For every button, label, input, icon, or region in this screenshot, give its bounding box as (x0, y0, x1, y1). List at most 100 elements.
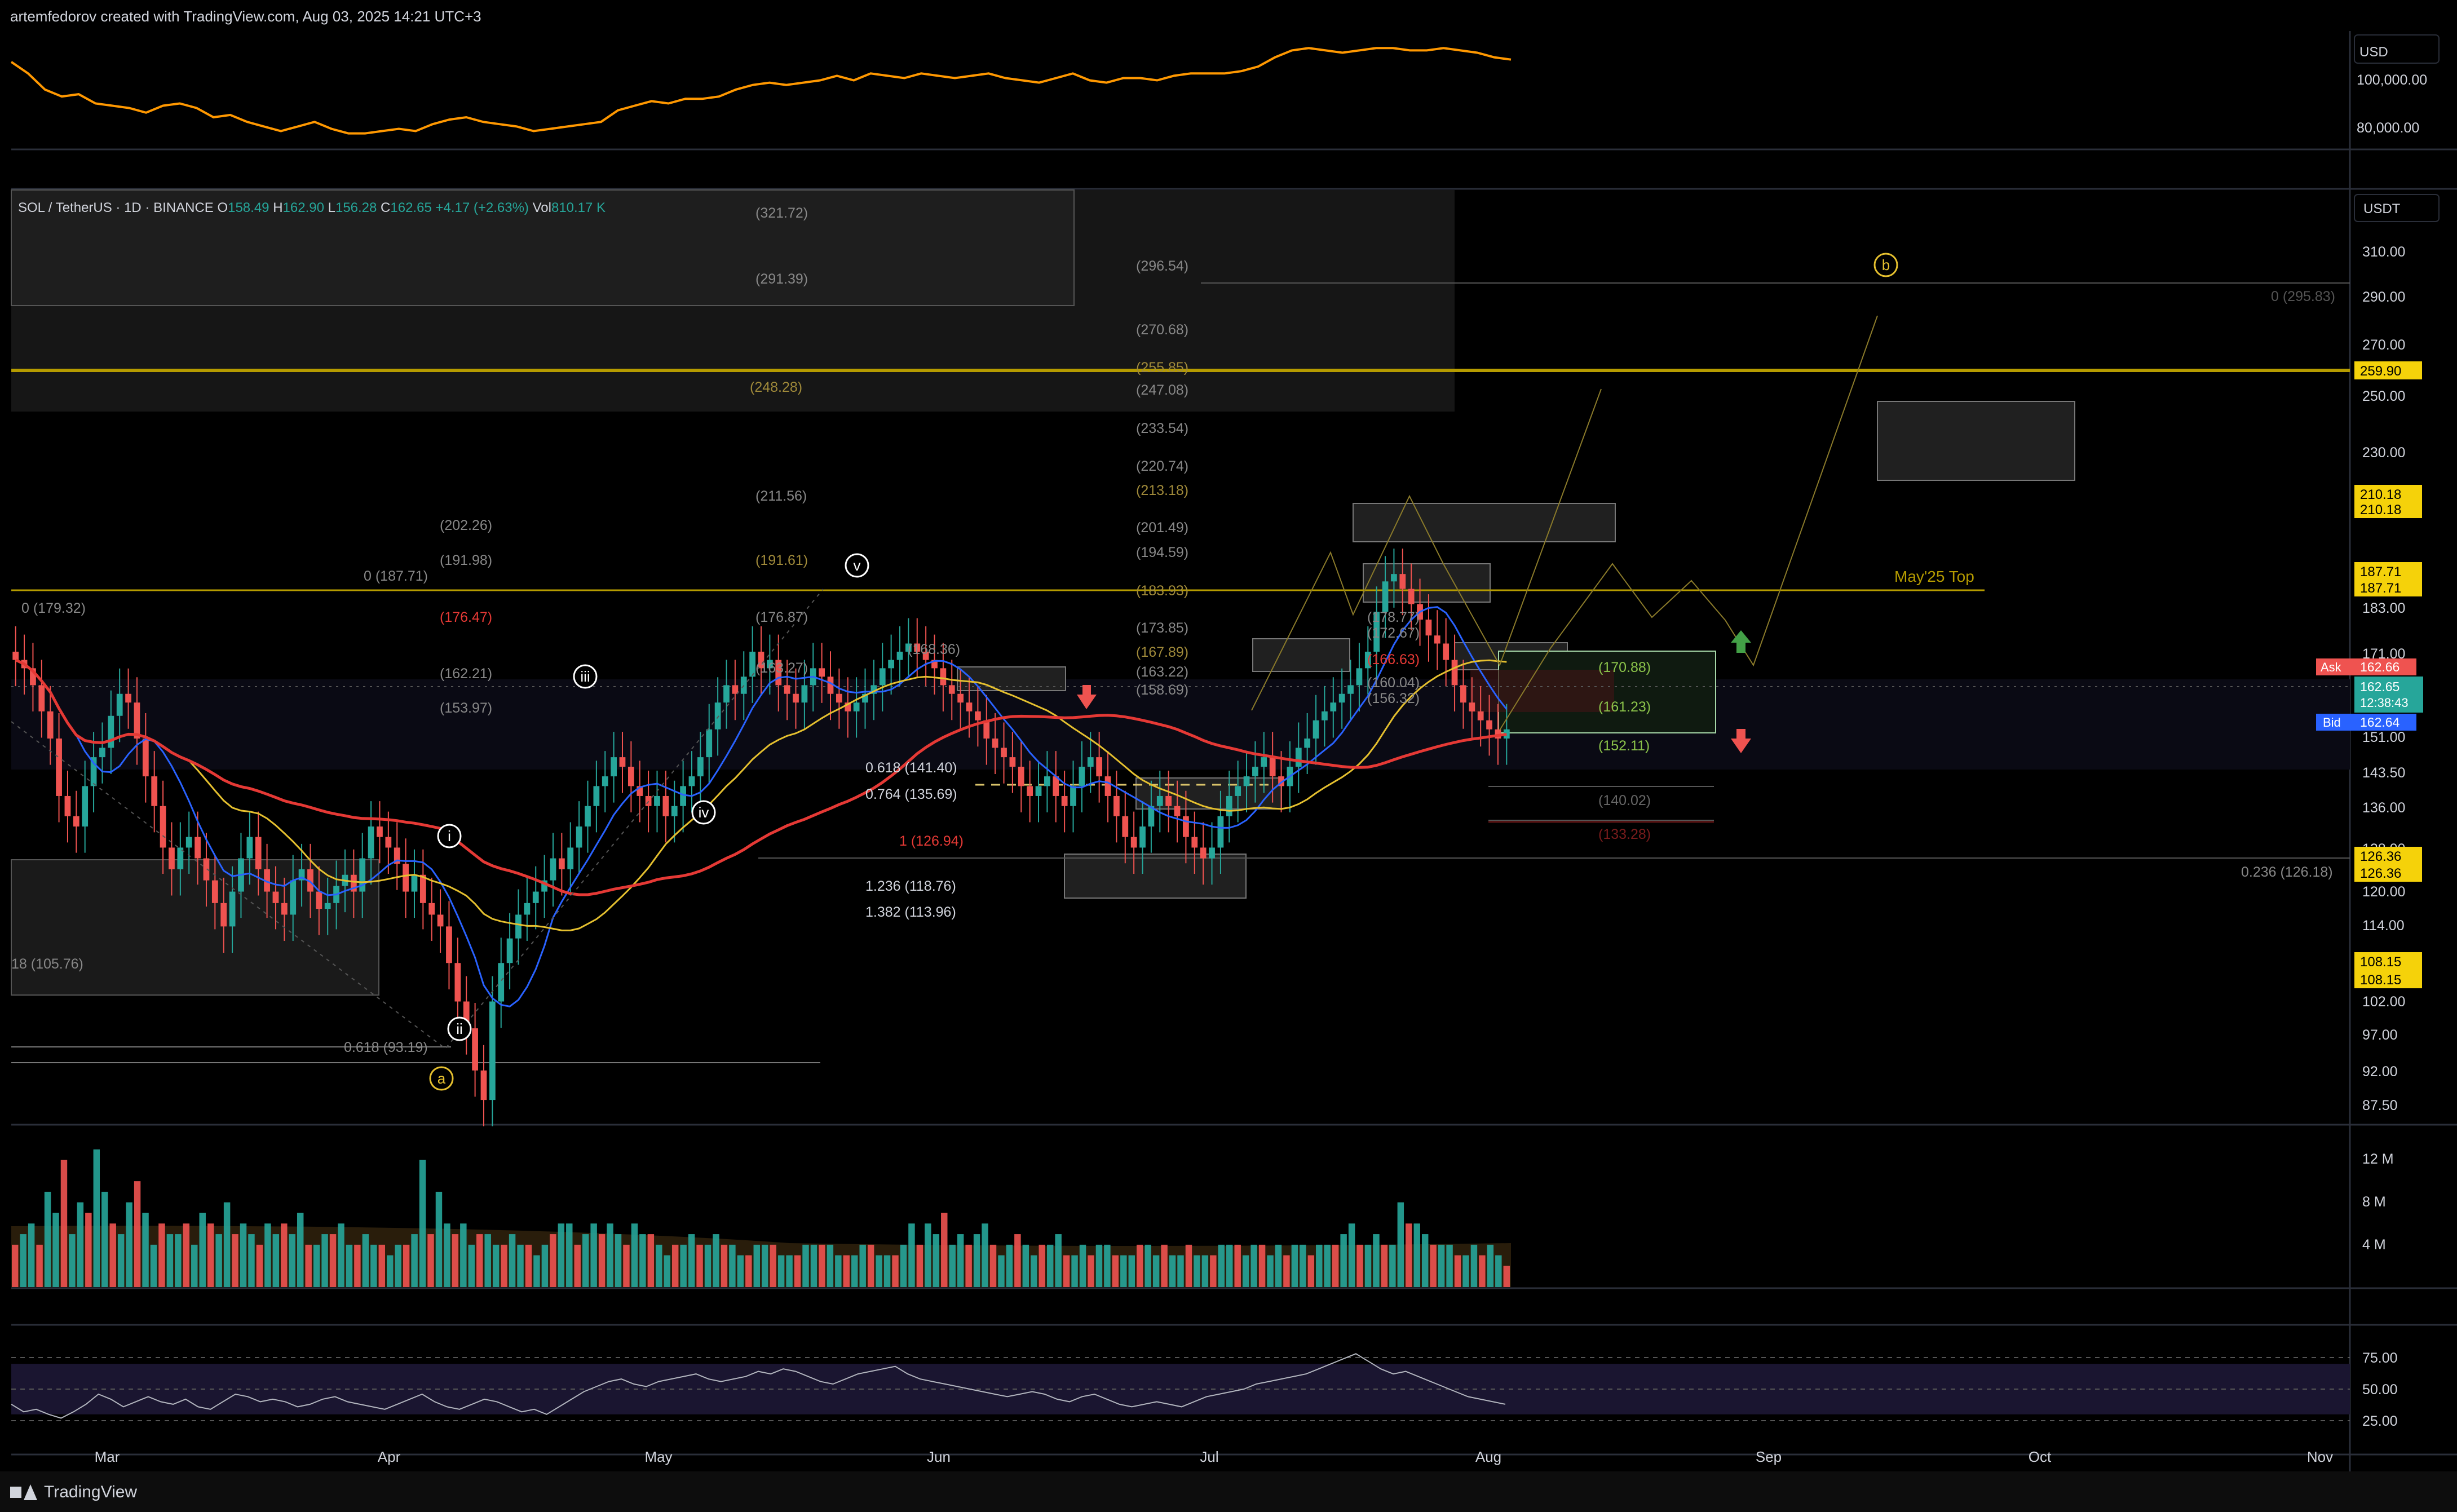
volume-bar (60, 1160, 68, 1287)
volume-bar (1283, 1255, 1290, 1287)
volume-bar (1071, 1255, 1078, 1287)
ask-price: 162.66 (2360, 660, 2399, 674)
candle-body (116, 693, 123, 716)
candle-body (377, 826, 383, 837)
volume-bar (656, 1244, 662, 1287)
candle-body (723, 685, 730, 703)
volume-bar (550, 1234, 556, 1287)
candle-body (1018, 766, 1024, 786)
volume-bar (590, 1223, 597, 1287)
fib-right-label: (167.89) (1136, 644, 1188, 660)
fib-right-label: (173.85) (1136, 620, 1188, 636)
candle-body (142, 739, 149, 777)
volume-bar (867, 1244, 874, 1287)
price-tag-label: 187.71 (2360, 581, 2401, 596)
tradingview-logo[interactable]: TradingView (10, 1483, 137, 1502)
volume-bar (1340, 1234, 1347, 1287)
volume-bar (272, 1234, 280, 1287)
volume-bar (1104, 1244, 1111, 1287)
legend-open-label: O (217, 200, 228, 215)
candle-body (195, 837, 201, 859)
fib-right-label: (156.32) (1367, 691, 1420, 706)
currency-label-top: USD (2359, 45, 2388, 60)
legend-close-label: C (381, 200, 390, 215)
candle-body (419, 874, 426, 903)
candle-body (688, 776, 695, 786)
volume-bar (949, 1244, 956, 1287)
volume-bar (933, 1234, 940, 1287)
volume-bar (468, 1244, 475, 1287)
volume-bar (1381, 1244, 1388, 1287)
bid-price: 162.64 (2360, 715, 2400, 730)
candle-body (593, 786, 600, 806)
volume-bar (77, 1202, 84, 1287)
volume-bar (1462, 1255, 1469, 1287)
volume-bar (1495, 1255, 1502, 1287)
volume-bar (142, 1213, 149, 1287)
candle-body (316, 891, 322, 909)
candle-body (1139, 826, 1146, 848)
volume-bar (1430, 1244, 1437, 1287)
candle-body (324, 903, 331, 909)
candle-body (749, 651, 756, 677)
legend-low-label: L (328, 200, 335, 215)
fib-mid-label: (211.56) (755, 488, 807, 504)
volume-bar (786, 1255, 793, 1287)
volume-bar (639, 1234, 646, 1287)
legend-vol-label: Vol (533, 200, 551, 215)
volume-bar (558, 1223, 565, 1287)
legend-high: 162.90 (283, 200, 328, 215)
candle-body (160, 806, 166, 848)
volume-bar (688, 1234, 695, 1287)
volume-bar (1250, 1244, 1257, 1287)
price-tag-label: 126.36 (2360, 849, 2401, 864)
candle-body (1322, 711, 1328, 720)
candle-body (1330, 702, 1337, 711)
candle-body (220, 903, 227, 927)
time-axis-tick-label: Jun (927, 1448, 951, 1465)
candle-body (73, 816, 79, 827)
fib-right-label: (213.18) (1136, 483, 1188, 498)
candle-body (1425, 620, 1432, 636)
fib-left-label: (191.98) (440, 552, 492, 568)
candle-body (446, 926, 452, 963)
volume-bar (900, 1244, 907, 1287)
fib-left-label: 0 (187.71) (364, 568, 428, 584)
candle-body (706, 729, 713, 758)
volume-bar (770, 1244, 776, 1287)
fib-mid-label: (168.36) (908, 642, 960, 657)
bid-label: Bid (2323, 715, 2341, 730)
volume-bar (631, 1223, 638, 1287)
volume-bar (69, 1234, 76, 1287)
price-axis-tick-label: 250.00 (2362, 388, 2405, 404)
currency-label-main: USDT (2363, 201, 2401, 216)
volume-bar (117, 1234, 125, 1287)
volume-bar (281, 1223, 288, 1287)
fib-left-label: 0.618 (93.19) (344, 1040, 428, 1055)
volume-bar (598, 1234, 606, 1287)
fib-right-label: (158.69) (1136, 682, 1188, 698)
candle-body (1391, 574, 1397, 582)
price-axis-tick-label: 151.00 (2362, 730, 2405, 745)
volume-bar (338, 1223, 344, 1287)
fib-mid-label: (176.87) (755, 609, 808, 625)
wave-label-text: iv (699, 804, 709, 821)
price-axis-tick-label: 290.00 (2362, 289, 2405, 305)
candle-body (56, 739, 62, 796)
candle-body (550, 858, 556, 881)
volume-bar (126, 1202, 132, 1287)
volume-bar (264, 1223, 271, 1287)
candle-body (585, 806, 591, 827)
candle-body (1443, 643, 1450, 660)
candle-body (1053, 776, 1059, 796)
comparison-series (10, 47, 1512, 135)
chart[interactable]: USD100,000.0080,000.00iiiiiiivvabMay'25 … (0, 0, 2457, 1471)
candle-body (480, 1070, 487, 1100)
legend-symbol: SOL / TetherUS · 1D · BINANCE (18, 200, 217, 215)
candle-body (1079, 766, 1085, 786)
wave-label-text: iii (580, 668, 590, 685)
volume-bar (1413, 1223, 1420, 1287)
volume-bar (671, 1244, 679, 1287)
may-top-label: May'25 Top (1894, 568, 1974, 585)
volume-bar (1348, 1223, 1355, 1287)
